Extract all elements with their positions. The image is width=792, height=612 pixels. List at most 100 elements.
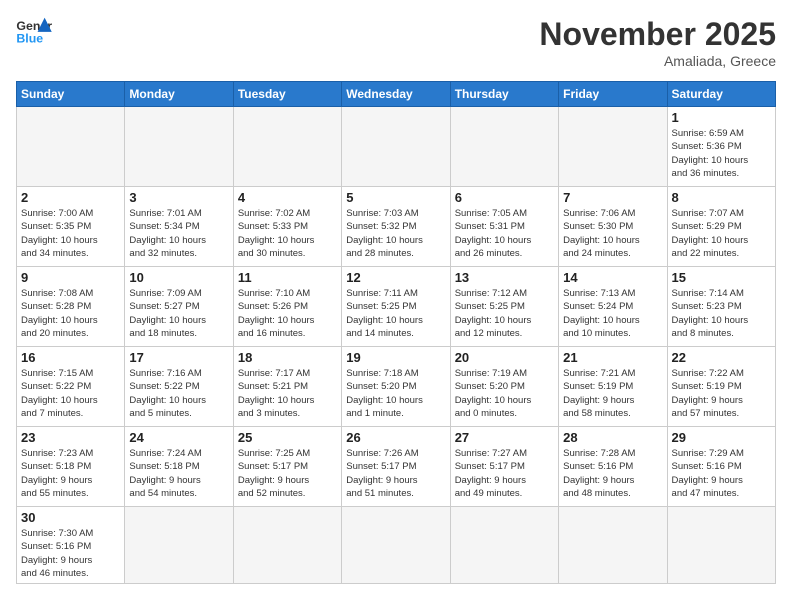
day-info: Sunrise: 7:30 AM Sunset: 5:16 PM Dayligh… [21,527,120,580]
calendar-header-row: SundayMondayTuesdayWednesdayThursdayFrid… [17,82,776,107]
logo-icon: General Blue [16,16,52,46]
day-number: 13 [455,270,554,285]
day-number: 28 [563,430,662,445]
day-number: 29 [672,430,771,445]
day-info: Sunrise: 7:08 AM Sunset: 5:28 PM Dayligh… [21,287,120,340]
calendar-day-cell: 4 Sunrise: 7:02 AM Sunset: 5:33 PM Daylig… [233,187,341,267]
day-info: Sunrise: 7:23 AM Sunset: 5:18 PM Dayligh… [21,447,120,500]
calendar-day-cell: 11 Sunrise: 7:10 AM Sunset: 5:26 PM Dayli… [233,267,341,347]
calendar-day-cell: 2 Sunrise: 7:00 AM Sunset: 5:35 PM Daylig… [17,187,125,267]
calendar-week-row: 16Sunrise: 7:15 AM Sunset: 5:22 PM Dayli… [17,347,776,427]
calendar-day-cell: 26Sunrise: 7:26 AM Sunset: 5:17 PM Dayli… [342,427,450,507]
day-number: 8 [672,190,771,205]
day-info: Sunrise: 7:22 AM Sunset: 5:19 PM Dayligh… [672,367,771,420]
calendar-day-cell [342,107,450,187]
calendar-day-cell [667,507,775,584]
day-number: 30 [21,510,120,525]
calendar-day-cell: 27 Sunrise: 7:27 AM Sunset: 5:17 PM Dayli… [450,427,558,507]
day-info: Sunrise: 7:18 AM Sunset: 5:20 PM Dayligh… [346,367,445,420]
day-number: 5 [346,190,445,205]
day-info: Sunrise: 7:25 AM Sunset: 5:17 PM Dayligh… [238,447,337,500]
calendar-day-cell [450,507,558,584]
calendar-day-cell [125,507,233,584]
calendar-day-cell: 9 Sunrise: 7:08 AM Sunset: 5:28 PM Daylig… [17,267,125,347]
day-info: Sunrise: 7:01 AM Sunset: 5:34 PM Dayligh… [129,207,228,260]
calendar-day-cell: 14 Sunrise: 7:13 AM Sunset: 5:24 PM Dayli… [559,267,667,347]
day-info: Sunrise: 7:21 AM Sunset: 5:19 PM Dayligh… [563,367,662,420]
day-info: Sunrise: 7:09 AM Sunset: 5:27 PM Dayligh… [129,287,228,340]
calendar-day-cell: 6Sunrise: 7:05 AM Sunset: 5:31 PM Daylig… [450,187,558,267]
calendar-day-cell: 25Sunrise: 7:25 AM Sunset: 5:17 PM Dayli… [233,427,341,507]
day-info: Sunrise: 7:29 AM Sunset: 5:16 PM Dayligh… [672,447,771,500]
day-info: Sunrise: 7:27 AM Sunset: 5:17 PM Dayligh… [455,447,554,500]
day-number: 22 [672,350,771,365]
calendar-day-cell: 24 Sunrise: 7:24 AM Sunset: 5:18 PM Dayli… [125,427,233,507]
calendar-day-cell: 15Sunrise: 7:14 AM Sunset: 5:23 PM Dayli… [667,267,775,347]
calendar-day-cell [450,107,558,187]
calendar-day-cell [233,107,341,187]
day-number: 7 [563,190,662,205]
calendar-day-cell: 28 Sunrise: 7:28 AM Sunset: 5:16 PM Dayli… [559,427,667,507]
calendar-day-cell: 22 Sunrise: 7:22 AM Sunset: 5:19 PM Dayli… [667,347,775,427]
calendar-day-cell: 10Sunrise: 7:09 AM Sunset: 5:27 PM Dayli… [125,267,233,347]
day-number: 1 [672,110,771,125]
calendar-day-cell [233,507,341,584]
day-number: 12 [346,270,445,285]
calendar-week-row: 9 Sunrise: 7:08 AM Sunset: 5:28 PM Daylig… [17,267,776,347]
day-info: Sunrise: 7:11 AM Sunset: 5:25 PM Dayligh… [346,287,445,340]
day-number: 15 [672,270,771,285]
day-info: Sunrise: 7:15 AM Sunset: 5:22 PM Dayligh… [21,367,120,420]
day-number: 20 [455,350,554,365]
calendar-day-cell: 23Sunrise: 7:23 AM Sunset: 5:18 PM Dayli… [17,427,125,507]
calendar-day-cell [17,107,125,187]
day-info: Sunrise: 7:28 AM Sunset: 5:16 PM Dayligh… [563,447,662,500]
day-info: Sunrise: 7:16 AM Sunset: 5:22 PM Dayligh… [129,367,228,420]
calendar-day-cell: 16Sunrise: 7:15 AM Sunset: 5:22 PM Dayli… [17,347,125,427]
calendar-table: SundayMondayTuesdayWednesdayThursdayFrid… [16,81,776,584]
day-number: 11 [238,270,337,285]
calendar-day-cell [559,507,667,584]
calendar-day-cell [342,507,450,584]
day-of-week-header: Tuesday [233,82,341,107]
calendar-week-row: 30 Sunrise: 7:30 AM Sunset: 5:16 PM Dayli… [17,507,776,584]
calendar-day-cell [559,107,667,187]
day-number: 27 [455,430,554,445]
day-number: 9 [21,270,120,285]
calendar-day-cell: 30 Sunrise: 7:30 AM Sunset: 5:16 PM Dayli… [17,507,125,584]
day-info: Sunrise: 7:26 AM Sunset: 5:17 PM Dayligh… [346,447,445,500]
day-of-week-header: Wednesday [342,82,450,107]
calendar-day-cell: 18 Sunrise: 7:17 AM Sunset: 5:21 PM Dayli… [233,347,341,427]
day-info: Sunrise: 7:02 AM Sunset: 5:33 PM Dayligh… [238,207,337,260]
day-info: Sunrise: 7:10 AM Sunset: 5:26 PM Dayligh… [238,287,337,340]
calendar-day-cell: 29 Sunrise: 7:29 AM Sunset: 5:16 PM Dayli… [667,427,775,507]
day-number: 21 [563,350,662,365]
calendar-day-cell: 7 Sunrise: 7:06 AM Sunset: 5:30 PM Daylig… [559,187,667,267]
calendar-day-cell: 20 Sunrise: 7:19 AM Sunset: 5:20 PM Dayli… [450,347,558,427]
day-info: Sunrise: 7:17 AM Sunset: 5:21 PM Dayligh… [238,367,337,420]
day-info: Sunrise: 7:13 AM Sunset: 5:24 PM Dayligh… [563,287,662,340]
page-header: General Blue November 2025 Amaliada, Gre… [16,16,776,69]
day-number: 24 [129,430,228,445]
calendar-day-cell: 17Sunrise: 7:16 AM Sunset: 5:22 PM Dayli… [125,347,233,427]
day-of-week-header: Thursday [450,82,558,107]
day-of-week-header: Sunday [17,82,125,107]
day-info: Sunrise: 7:06 AM Sunset: 5:30 PM Dayligh… [563,207,662,260]
day-number: 19 [346,350,445,365]
calendar-day-cell: 1 Sunrise: 6:59 AM Sunset: 5:36 PM Daylig… [667,107,775,187]
svg-text:Blue: Blue [16,31,43,45]
day-info: Sunrise: 7:00 AM Sunset: 5:35 PM Dayligh… [21,207,120,260]
day-info: Sunrise: 6:59 AM Sunset: 5:36 PM Dayligh… [672,127,771,180]
day-number: 14 [563,270,662,285]
day-number: 6 [455,190,554,205]
day-info: Sunrise: 7:19 AM Sunset: 5:20 PM Dayligh… [455,367,554,420]
day-number: 4 [238,190,337,205]
month-title: November 2025 [539,16,776,53]
day-of-week-header: Saturday [667,82,775,107]
calendar-day-cell: 5 Sunrise: 7:03 AM Sunset: 5:32 PM Daylig… [342,187,450,267]
day-info: Sunrise: 7:03 AM Sunset: 5:32 PM Dayligh… [346,207,445,260]
day-of-week-header: Friday [559,82,667,107]
calendar-week-row: 23Sunrise: 7:23 AM Sunset: 5:18 PM Dayli… [17,427,776,507]
day-number: 18 [238,350,337,365]
day-info: Sunrise: 7:24 AM Sunset: 5:18 PM Dayligh… [129,447,228,500]
day-number: 2 [21,190,120,205]
